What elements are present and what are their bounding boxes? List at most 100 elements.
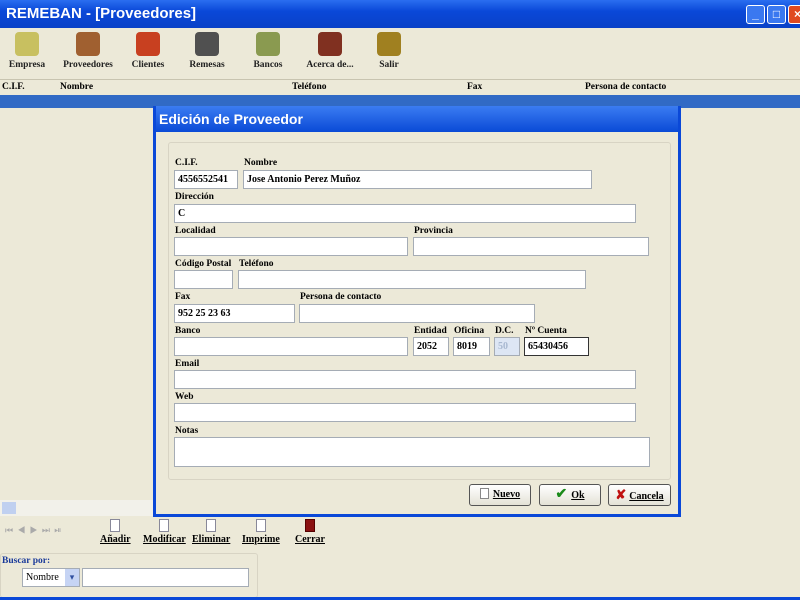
- cuenta-input[interactable]: 65430456: [524, 337, 589, 356]
- ok-label: Ok: [571, 490, 585, 501]
- scroll-thumb[interactable]: [2, 502, 16, 514]
- edit-provider-dialog: Edición de Proveedor C.I.F. 4556552541 N…: [153, 106, 681, 517]
- money-icon: [256, 32, 280, 56]
- edit-doc-icon: [159, 519, 170, 532]
- exit-door-icon: [377, 32, 401, 56]
- toolbar-label: Remesas: [189, 60, 225, 70]
- direccion-label: Dirección: [175, 192, 214, 202]
- document-icon: [195, 32, 219, 56]
- building-icon: [15, 32, 39, 56]
- contacto-label: Persona de contacto: [300, 292, 382, 302]
- contacto-input[interactable]: [299, 304, 535, 323]
- modificar-button[interactable]: Modificar: [143, 519, 186, 545]
- cp-input[interactable]: [174, 270, 233, 289]
- column-header-fax[interactable]: Fax: [467, 82, 482, 92]
- chevron-down-icon[interactable]: ▾: [65, 569, 79, 586]
- window-title: REMEBAN - [Proveedores]: [6, 5, 197, 22]
- ok-button[interactable]: ✔ Ok: [539, 484, 601, 506]
- check-icon: ✔: [555, 487, 568, 502]
- maximize-button[interactable]: □: [767, 5, 786, 24]
- imprime-label: Imprime: [242, 534, 280, 545]
- column-header-telefono[interactable]: Teléfono: [292, 82, 326, 92]
- toolbar-proveedores[interactable]: Proveedores: [58, 32, 118, 70]
- main-toolbar: Empresa Proveedores Clientes Remesas Ban…: [0, 28, 800, 80]
- cif-label: C.I.F.: [175, 158, 198, 168]
- delete-doc-icon: [206, 519, 217, 532]
- banco-input[interactable]: [174, 337, 408, 356]
- anadir-label: Añadir: [100, 534, 131, 545]
- toolbar-salir[interactable]: Salir: [359, 32, 419, 70]
- new-icon: [479, 488, 489, 499]
- close-door-icon: [304, 519, 315, 532]
- email-input[interactable]: [174, 370, 636, 389]
- notas-textarea[interactable]: [174, 437, 650, 467]
- anadir-button[interactable]: Añadir: [100, 519, 131, 545]
- banco-label: Banco: [175, 326, 201, 336]
- cancela-button[interactable]: ✘ Cancela: [608, 484, 671, 506]
- entidad-input[interactable]: 2052: [413, 337, 449, 356]
- toolbar-label: Proveedores: [63, 60, 113, 70]
- search-panel: Buscar por: Nombre ▾: [0, 553, 258, 598]
- x-icon: ✘: [615, 487, 627, 502]
- eliminar-label: Eliminar: [192, 534, 231, 545]
- cuenta-label: Nº Cuenta: [525, 326, 567, 336]
- print-icon: [255, 519, 266, 532]
- minimize-button[interactable]: _: [746, 5, 765, 24]
- web-label: Web: [175, 392, 194, 402]
- title-bar: REMEBAN - [Proveedores] _ □ ×: [0, 0, 800, 28]
- toolbar-bancos[interactable]: Bancos: [238, 32, 298, 70]
- cif-input[interactable]: 4556552541: [174, 170, 238, 189]
- column-header-cif[interactable]: C.I.F.: [2, 82, 25, 92]
- pen-icon: [318, 32, 342, 56]
- search-field-select[interactable]: Nombre ▾: [22, 568, 80, 587]
- column-header-nombre[interactable]: Nombre: [60, 82, 93, 92]
- entidad-label: Entidad: [414, 326, 447, 336]
- toolbar-acerca[interactable]: Acerca de...: [300, 32, 360, 70]
- close-button[interactable]: ×: [788, 5, 800, 24]
- telefono-input[interactable]: [238, 270, 586, 289]
- nuevo-button[interactable]: Nuevo: [469, 484, 531, 506]
- nombre-input[interactable]: Jose Antonio Perez Muñoz: [243, 170, 592, 189]
- cerrar-button[interactable]: Cerrar: [295, 519, 325, 545]
- toolbar-empresa[interactable]: Empresa: [0, 32, 57, 70]
- localidad-label: Localidad: [175, 226, 216, 236]
- web-input[interactable]: [174, 403, 636, 422]
- localidad-input[interactable]: [174, 237, 408, 256]
- toolbar-label: Salir: [379, 60, 399, 70]
- modificar-label: Modificar: [143, 534, 186, 545]
- toolbar-remesas[interactable]: Remesas: [177, 32, 237, 70]
- add-doc-icon: [110, 519, 121, 532]
- fax-input[interactable]: 952 25 23 63: [174, 304, 295, 323]
- search-input[interactable]: [82, 568, 249, 587]
- toolbar-label: Acerca de...: [306, 60, 354, 70]
- cp-label: Código Postal: [175, 259, 232, 269]
- search-field-value: Nombre: [26, 572, 59, 583]
- oficina-input[interactable]: 8019: [453, 337, 490, 356]
- truck-icon: [76, 32, 100, 56]
- cancela-label: Cancela: [629, 491, 664, 502]
- direccion-input[interactable]: C: [174, 204, 636, 223]
- column-header-contacto[interactable]: Persona de contacto: [585, 82, 666, 92]
- horizontal-scrollbar[interactable]: [0, 500, 153, 516]
- fax-label: Fax: [175, 292, 191, 302]
- imprime-button[interactable]: Imprime: [242, 519, 280, 545]
- navigation-arrows[interactable]: ⏮ ◀ ▶ ⏭ ⏯: [5, 525, 62, 536]
- nombre-label: Nombre: [244, 158, 278, 168]
- telefono-label: Teléfono: [239, 259, 274, 269]
- toolbar-label: Bancos: [253, 60, 283, 70]
- people-icon: [136, 32, 160, 56]
- notas-label: Notas: [175, 426, 199, 436]
- cerrar-label: Cerrar: [295, 534, 325, 545]
- toolbar-clientes[interactable]: Clientes: [118, 32, 178, 70]
- dc-label: D.C.: [495, 326, 514, 336]
- search-label: Buscar por:: [2, 556, 51, 566]
- eliminar-button[interactable]: Eliminar: [192, 519, 230, 545]
- nuevo-label: Nuevo: [492, 489, 521, 500]
- oficina-label: Oficina: [454, 326, 485, 336]
- dc-input: 50: [494, 337, 520, 356]
- toolbar-label: Empresa: [8, 60, 46, 70]
- provincia-input[interactable]: [413, 237, 649, 256]
- email-label: Email: [175, 359, 200, 369]
- toolbar-label: Clientes: [131, 60, 165, 70]
- bottom-toolbar: ⏮ ◀ ▶ ⏭ ⏯ Añadir Modificar Eliminar Impr…: [0, 517, 800, 551]
